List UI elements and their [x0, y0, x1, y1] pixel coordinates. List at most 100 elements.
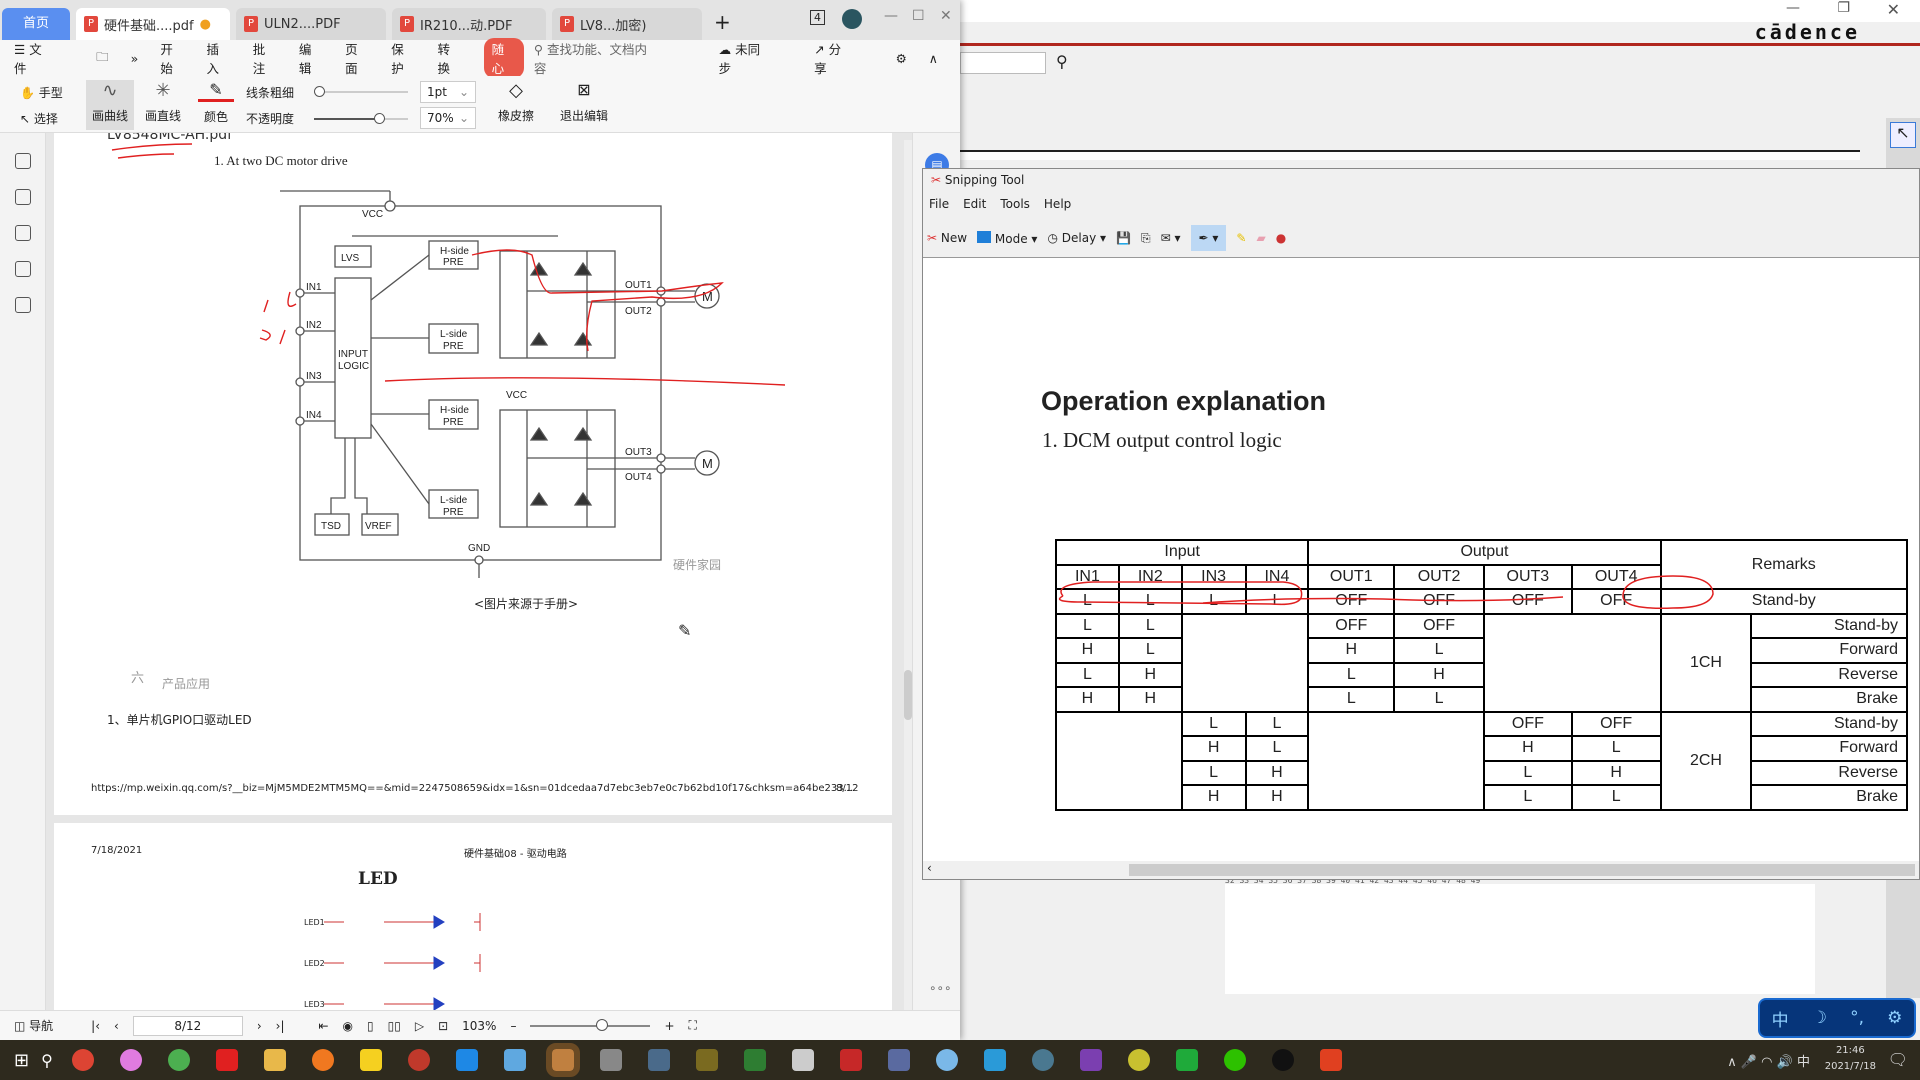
eye-icon[interactable]: ◉: [343, 1019, 353, 1033]
zoom-out-icon[interactable]: –: [510, 1019, 516, 1033]
fullscreen-icon[interactable]: ⛶: [689, 1018, 697, 1033]
app6-icon[interactable]: [935, 1049, 958, 1071]
browser2-icon[interactable]: [407, 1049, 430, 1071]
zoom-in-icon[interactable]: +: [664, 1019, 674, 1033]
more-icon[interactable]: ∘∘∘: [929, 981, 952, 995]
folder-icon[interactable]: [263, 1049, 286, 1071]
pointer-tool-icon[interactable]: ↖: [1890, 122, 1916, 148]
menu-edit[interactable]: Edit: [963, 197, 986, 211]
iqiyi-icon[interactable]: [1175, 1049, 1198, 1071]
single-page-icon[interactable]: ▯: [367, 1019, 374, 1033]
delay-button[interactable]: ◷ Delay ▾: [1047, 231, 1106, 245]
avatar[interactable]: [842, 9, 862, 29]
send-icon[interactable]: ✉ ▾: [1161, 231, 1181, 245]
wechat-icon[interactable]: [1223, 1049, 1246, 1071]
close-icon[interactable]: ✕: [1887, 0, 1900, 19]
restore-icon[interactable]: ❐: [1837, 0, 1850, 16]
pads-icon[interactable]: [695, 1049, 718, 1071]
app8-icon[interactable]: [1127, 1049, 1150, 1071]
thickness-slider[interactable]: [314, 86, 408, 97]
copy-icon[interactable]: ⎘: [1141, 231, 1151, 246]
ime-settings-icon[interactable]: ⚙: [1887, 1008, 1902, 1028]
tab-doc-2[interactable]: P ULN2....PDF: [236, 8, 386, 40]
app7-icon[interactable]: [1031, 1049, 1054, 1071]
thumbnail-icon[interactable]: [14, 189, 31, 205]
vertical-scrollbar[interactable]: [904, 140, 912, 1010]
ime-punct-icon[interactable]: °,: [1850, 1008, 1864, 1028]
exit-edit-button[interactable]: ⊠ 退出编辑: [558, 80, 610, 124]
comment-icon[interactable]: [14, 225, 31, 241]
menu-file[interactable]: File: [929, 197, 949, 211]
minimize-icon[interactable]: —: [1786, 0, 1800, 16]
next-page-icon[interactable]: ›: [257, 1019, 262, 1033]
new-button[interactable]: ✂ New: [927, 231, 967, 245]
opacity-slider[interactable]: [314, 113, 408, 124]
menu-insert[interactable]: 插入: [207, 39, 231, 77]
sync-button[interactable]: ☁ 未同步: [719, 39, 793, 77]
highlighter-icon[interactable]: ✎: [1236, 231, 1246, 245]
app4-icon[interactable]: [647, 1049, 670, 1071]
menu-tools[interactable]: Tools: [1000, 197, 1030, 211]
app2-icon[interactable]: [503, 1049, 526, 1071]
settings-icon[interactable]: ⚙: [896, 51, 907, 66]
wps-icon[interactable]: [1319, 1049, 1342, 1071]
play-icon[interactable]: ▷: [415, 1019, 424, 1033]
maximize-icon[interactable]: ☐: [912, 8, 925, 24]
more-icon[interactable]: »: [131, 51, 139, 66]
meeting-icon[interactable]: [455, 1049, 478, 1071]
qq-icon[interactable]: [1271, 1049, 1294, 1071]
notes-icon[interactable]: [359, 1049, 382, 1071]
attachment-icon[interactable]: [14, 261, 31, 277]
altium-icon[interactable]: [839, 1049, 862, 1071]
new-tab-icon[interactable]: +: [714, 10, 731, 34]
nav-toggle[interactable]: ◫ 导航: [14, 1017, 53, 1034]
tools-icon[interactable]: [791, 1049, 814, 1071]
browser-icon[interactable]: [119, 1049, 142, 1071]
app3-icon[interactable]: [599, 1049, 622, 1071]
snip-horizontal-scrollbar[interactable]: ‹: [923, 861, 1919, 879]
app-icon[interactable]: [215, 1049, 238, 1071]
draw-curve-tool[interactable]: ∿ 画曲线: [86, 80, 134, 130]
fit-width-icon[interactable]: ⊡: [438, 1019, 448, 1033]
bookmark-icon[interactable]: [14, 153, 31, 169]
tab-doc-3[interactable]: P IR210...动.PDF: [392, 8, 546, 40]
share-button[interactable]: ↗ 分享: [814, 39, 873, 77]
zoom-value[interactable]: 103%: [462, 1019, 496, 1033]
eraser-icon[interactable]: ▰: [1256, 231, 1265, 245]
minimize-icon[interactable]: —: [884, 8, 898, 24]
ime-toolbar[interactable]: 中 ☽ °, ⚙: [1758, 998, 1916, 1038]
signature-icon[interactable]: [14, 297, 31, 313]
mode-button[interactable]: Mode ▾: [977, 230, 1037, 246]
rotate-icon[interactable]: ⇤: [318, 1019, 328, 1033]
excel-icon[interactable]: [743, 1049, 766, 1071]
menu-edit[interactable]: 编辑: [299, 39, 323, 77]
opacity-select[interactable]: 70% ⌄: [420, 107, 476, 129]
double-page-icon[interactable]: ▯▯: [388, 1019, 401, 1033]
paint3d-icon[interactable]: ●: [1276, 231, 1286, 245]
pen-button[interactable]: ✒ ▾: [1190, 225, 1227, 251]
menu-page[interactable]: 页面: [345, 39, 369, 77]
last-page-icon[interactable]: ›|: [276, 1019, 285, 1033]
search-icon[interactable]: ⚲: [41, 1051, 53, 1070]
binoculars-icon[interactable]: ⚲: [1056, 52, 1068, 71]
menu-annotate[interactable]: 批注: [253, 39, 277, 77]
tab-doc-1[interactable]: P 硬件基础....pdf ●: [76, 8, 230, 40]
first-page-icon[interactable]: |‹: [91, 1019, 100, 1033]
visual-studio-icon[interactable]: [1079, 1049, 1102, 1071]
menu-highlight[interactable]: 随心: [483, 38, 524, 78]
menu-help[interactable]: Help: [1044, 197, 1071, 211]
zoom-slider[interactable]: [530, 1018, 651, 1031]
thickness-select[interactable]: 1pt ⌄: [420, 81, 476, 103]
clock[interactable]: 21:46 2021/7/18: [1825, 1043, 1876, 1075]
mx-icon[interactable]: [983, 1049, 1006, 1071]
eraser-tool[interactable]: ◇ 橡皮擦: [490, 80, 542, 124]
cadence-canvas[interactable]: [1225, 884, 1815, 994]
draw-line-tool[interactable]: ✳ 画直线: [142, 80, 184, 124]
tab-count-badge[interactable]: 4: [810, 10, 825, 25]
prev-page-icon[interactable]: ‹: [114, 1019, 119, 1033]
ime-chinese-icon[interactable]: 中: [1772, 1006, 1789, 1031]
page-number-input[interactable]: 8/12: [132, 1015, 243, 1036]
file-menu[interactable]: ☰ 文件: [14, 39, 74, 77]
snipping-taskbar-icon[interactable]: [545, 1043, 580, 1077]
hand-tool[interactable]: ✋ 手型: [20, 84, 63, 101]
